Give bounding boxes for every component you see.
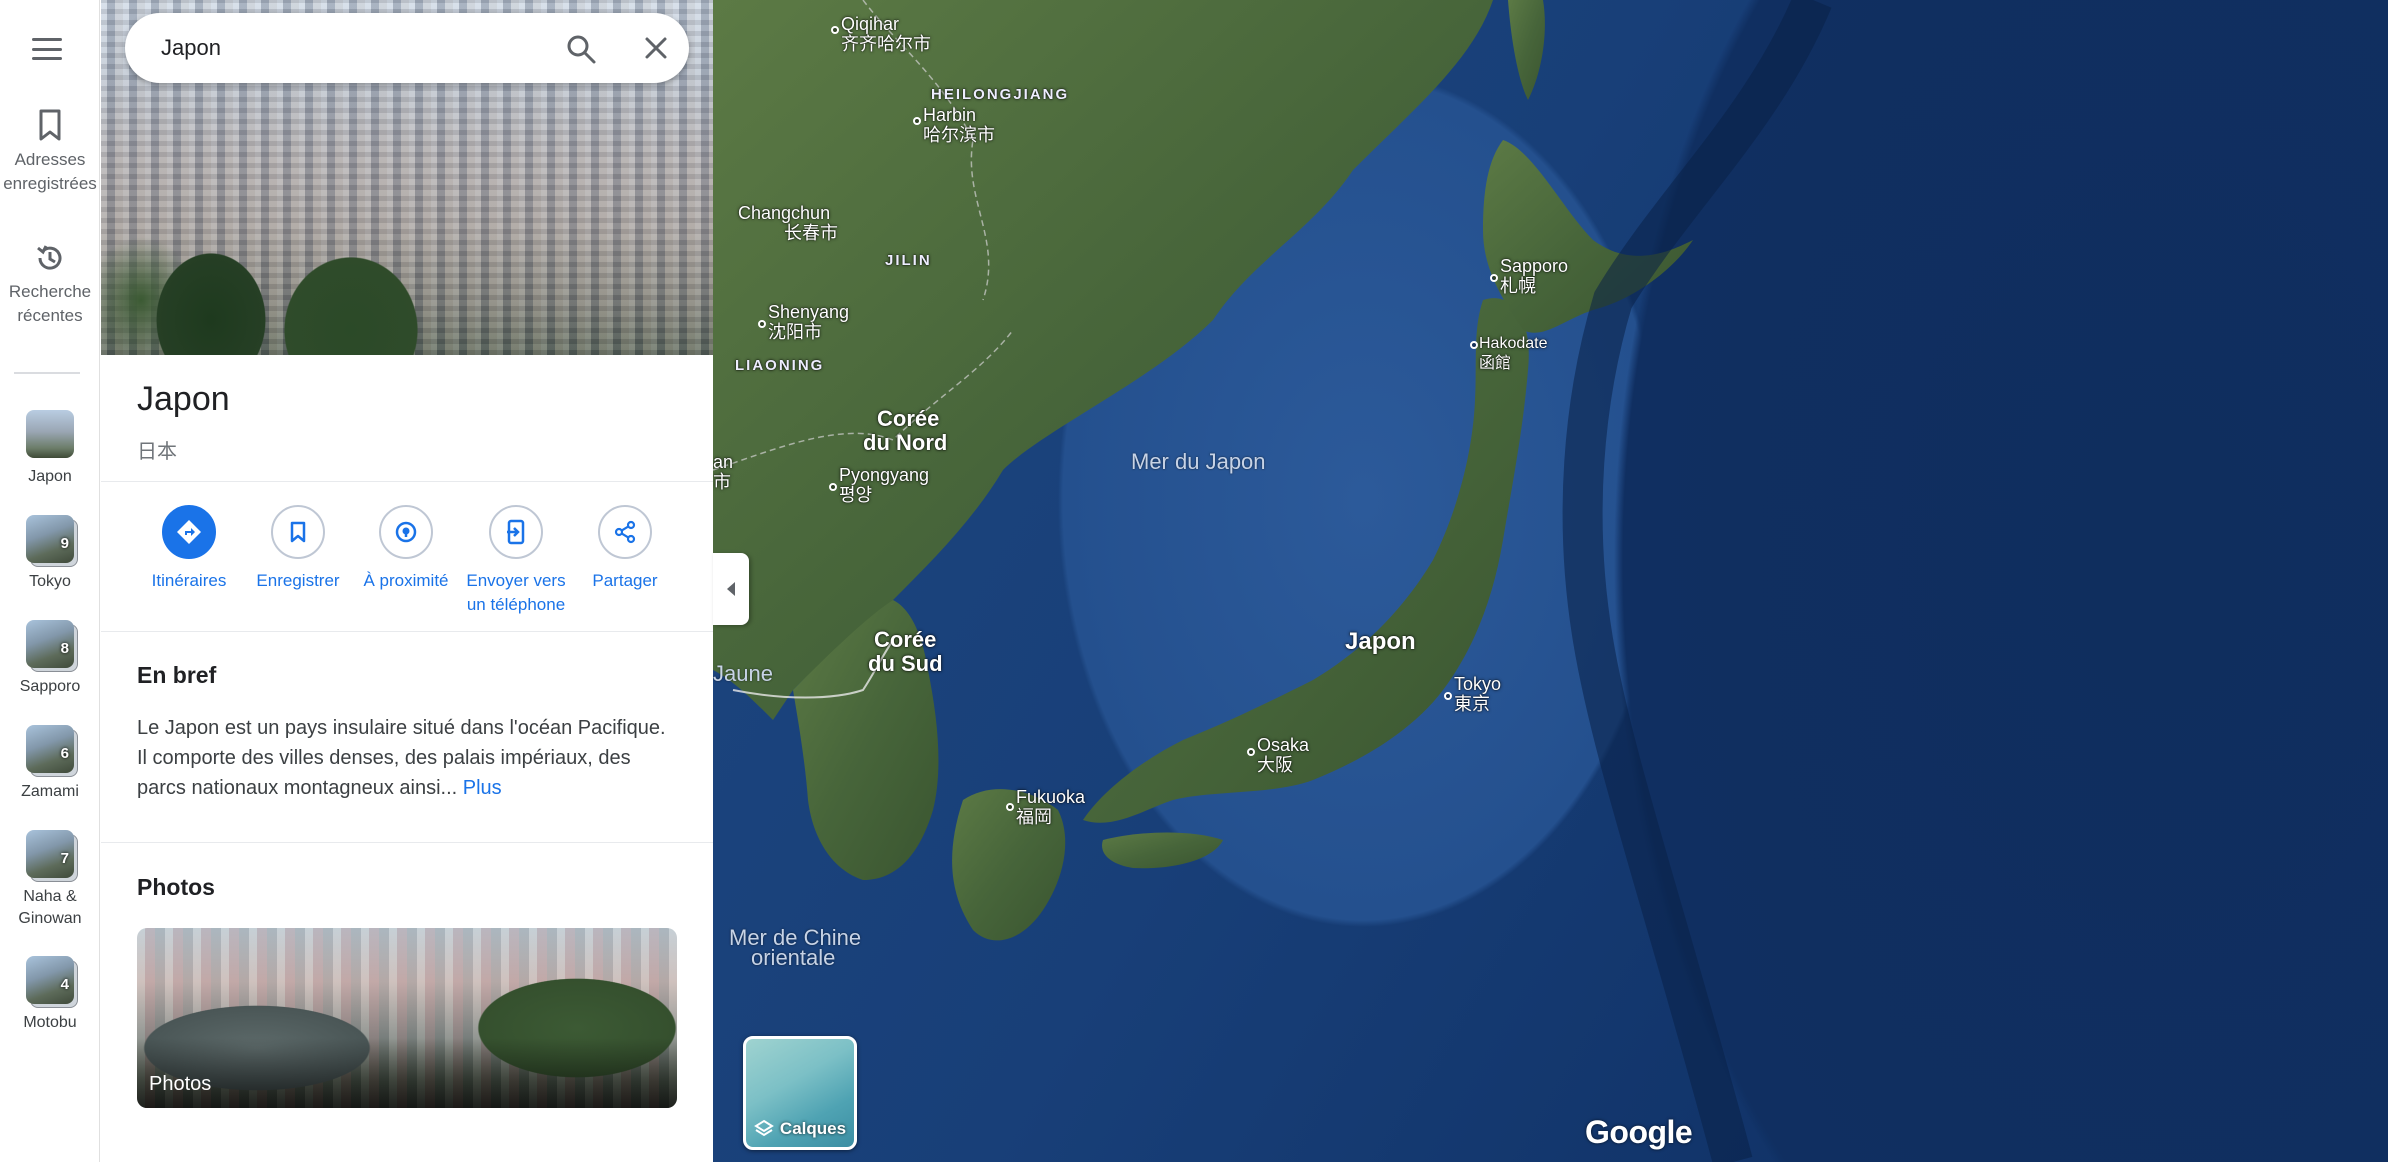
share-button[interactable]: Partager <box>560 505 690 593</box>
action-bar: Itinéraires Enregistrer À proximité Envo… <box>101 505 713 625</box>
layers-button[interactable]: Calques <box>743 1036 857 1150</box>
recent-place-label: Naha & Ginowan <box>18 888 82 927</box>
photos-card-label: Photos <box>149 1073 212 1095</box>
divider <box>101 631 713 632</box>
photo-count-badge: 7 <box>60 850 69 867</box>
collapse-panel-button[interactable] <box>713 553 749 625</box>
layers-icon <box>754 1119 774 1137</box>
share-icon <box>614 520 636 544</box>
menu-icon[interactable] <box>28 35 66 63</box>
map-label-osaka[interactable]: Osaka 大阪 <box>1257 735 1309 775</box>
brief-title: En bref <box>137 662 217 688</box>
send-to-phone-icon <box>507 519 525 545</box>
map-label-fukuoka[interactable]: Fukuoka 福岡 <box>1016 787 1085 827</box>
left-rail: Adresses enregistrées Recherche récentes… <box>0 0 100 1162</box>
layers-label: Calques <box>779 1119 847 1138</box>
saved-places-label: Adresses enregistrées <box>3 150 97 193</box>
place-thumbnail: 4 <box>26 956 74 1004</box>
mainland-asia <box>713 0 1493 720</box>
history-icon <box>37 245 62 270</box>
saved-places-button[interactable]: Adresses enregistrées <box>0 108 100 196</box>
recent-place-sapporo[interactable]: 8 Sapporo <box>0 620 100 698</box>
bookmark-icon <box>290 521 306 543</box>
recent-place-label: Zamami <box>21 783 79 800</box>
search-icon[interactable] <box>565 33 597 65</box>
map-label-japan[interactable]: Japon <box>1345 630 1416 654</box>
nearby-icon <box>395 521 417 543</box>
place-thumbnail: 9 <box>26 515 74 563</box>
map-label-pyongyang[interactable]: Pyongyang 평양 <box>839 465 929 505</box>
map-label-north-korea[interactable]: Corée du Nord <box>863 407 947 455</box>
map-label-hakodate[interactable]: Hakodate 函館 <box>1479 334 1548 374</box>
google-logo: Google <box>1585 1114 1693 1150</box>
map-canvas[interactable]: Qiqihar 齐齐哈尔市 HEILONGJIANG Harbin 哈尔滨市 Cha… <box>713 0 2388 1162</box>
map-label-tokyo[interactable]: Tokyo 東京 <box>1454 674 1501 714</box>
map-label-east-china-sea[interactable]: Mer de Chine orientale <box>729 927 861 969</box>
map-label-south-korea[interactable]: Corée du Sud <box>868 628 943 676</box>
map-label-qiqihar[interactable]: Qiqihar 齐齐哈尔市 <box>841 14 931 54</box>
photos-title: Photos <box>137 874 215 900</box>
map-label-liaoning[interactable]: LIAONING <box>735 356 824 376</box>
rail-divider <box>14 372 80 374</box>
recent-place-label: Tokyo <box>29 573 71 590</box>
place-thumbnail: 6 <box>26 725 74 773</box>
map-label-jilin[interactable]: JILIN <box>885 251 932 271</box>
photo-count-badge: 4 <box>60 976 69 993</box>
photo-count-badge: 9 <box>60 535 69 552</box>
place-title: Japon <box>137 380 230 418</box>
recent-place-japon[interactable]: Japon <box>0 410 100 488</box>
divider <box>101 842 713 843</box>
recent-searches-label: Recherche récentes <box>8 282 92 325</box>
place-thumbnail: 7 <box>26 830 74 878</box>
place-thumbnail <box>26 410 74 458</box>
recent-place-label: Sapporo <box>19 678 81 695</box>
close-icon[interactable] <box>641 33 671 63</box>
shikoku <box>1102 832 1223 869</box>
search-input[interactable] <box>161 31 521 65</box>
search-box <box>125 13 689 83</box>
satellite-terrain <box>713 0 1832 1162</box>
map-label-edge[interactable]: an 市 <box>713 452 733 492</box>
more-link[interactable]: Plus <box>463 777 502 799</box>
photos-card[interactable]: Photos <box>137 928 677 1108</box>
recent-searches-button[interactable]: Recherche récentes <box>0 242 100 328</box>
recent-place-motobu[interactable]: 4 Motobu <box>0 956 100 1034</box>
map-label-sea-of-japan[interactable]: Mer du Japon <box>1131 451 1266 473</box>
map-label-yellow-sea[interactable]: Jaune <box>713 663 773 685</box>
recent-place-label: Japon <box>28 468 72 485</box>
map-label-shenyang[interactable]: Shenyang 沈阳市 <box>768 302 849 342</box>
share-label: Partager <box>592 571 658 590</box>
photo-count-badge: 6 <box>60 745 69 762</box>
place-subtitle: 日本 <box>137 441 177 463</box>
send-to-phone-label: Envoyer vers un téléphone <box>466 571 566 614</box>
title-block: Japon 日本 <box>137 380 230 464</box>
recent-place-tokyo[interactable]: 9 Tokyo <box>0 515 100 593</box>
ocean-trench <box>1562 0 1832 1162</box>
map-label-harbin[interactable]: Harbin 哈尔滨市 <box>923 105 995 145</box>
map-label-heilongjiang[interactable]: HEILONGJIANG <box>931 85 1069 105</box>
brief-description: Le Japon est un pays insulaire situé dan… <box>137 713 677 803</box>
recent-place-label: Motobu <box>23 1014 77 1031</box>
divider <box>101 481 713 482</box>
place-thumbnail: 8 <box>26 620 74 668</box>
recent-place-naha[interactable]: 7 Naha & Ginowan <box>0 830 100 930</box>
brief-text: Le Japon est un pays insulaire situé dan… <box>137 717 666 799</box>
chevron-left-icon <box>727 582 735 596</box>
directions-icon <box>177 520 201 544</box>
bookmark-icon <box>39 109 61 141</box>
map-label-changchun[interactable]: Changchun 长春市 <box>738 203 838 243</box>
map-label-sapporo[interactable]: Sapporo 札幌 <box>1500 256 1568 296</box>
sakhalin <box>1508 0 1545 100</box>
recent-place-zamami[interactable]: 6 Zamami <box>0 725 100 803</box>
photo-count-badge: 8 <box>60 640 69 657</box>
place-panel: Japon 日本 Itinéraires Enregistrer À proxi… <box>101 0 713 1162</box>
